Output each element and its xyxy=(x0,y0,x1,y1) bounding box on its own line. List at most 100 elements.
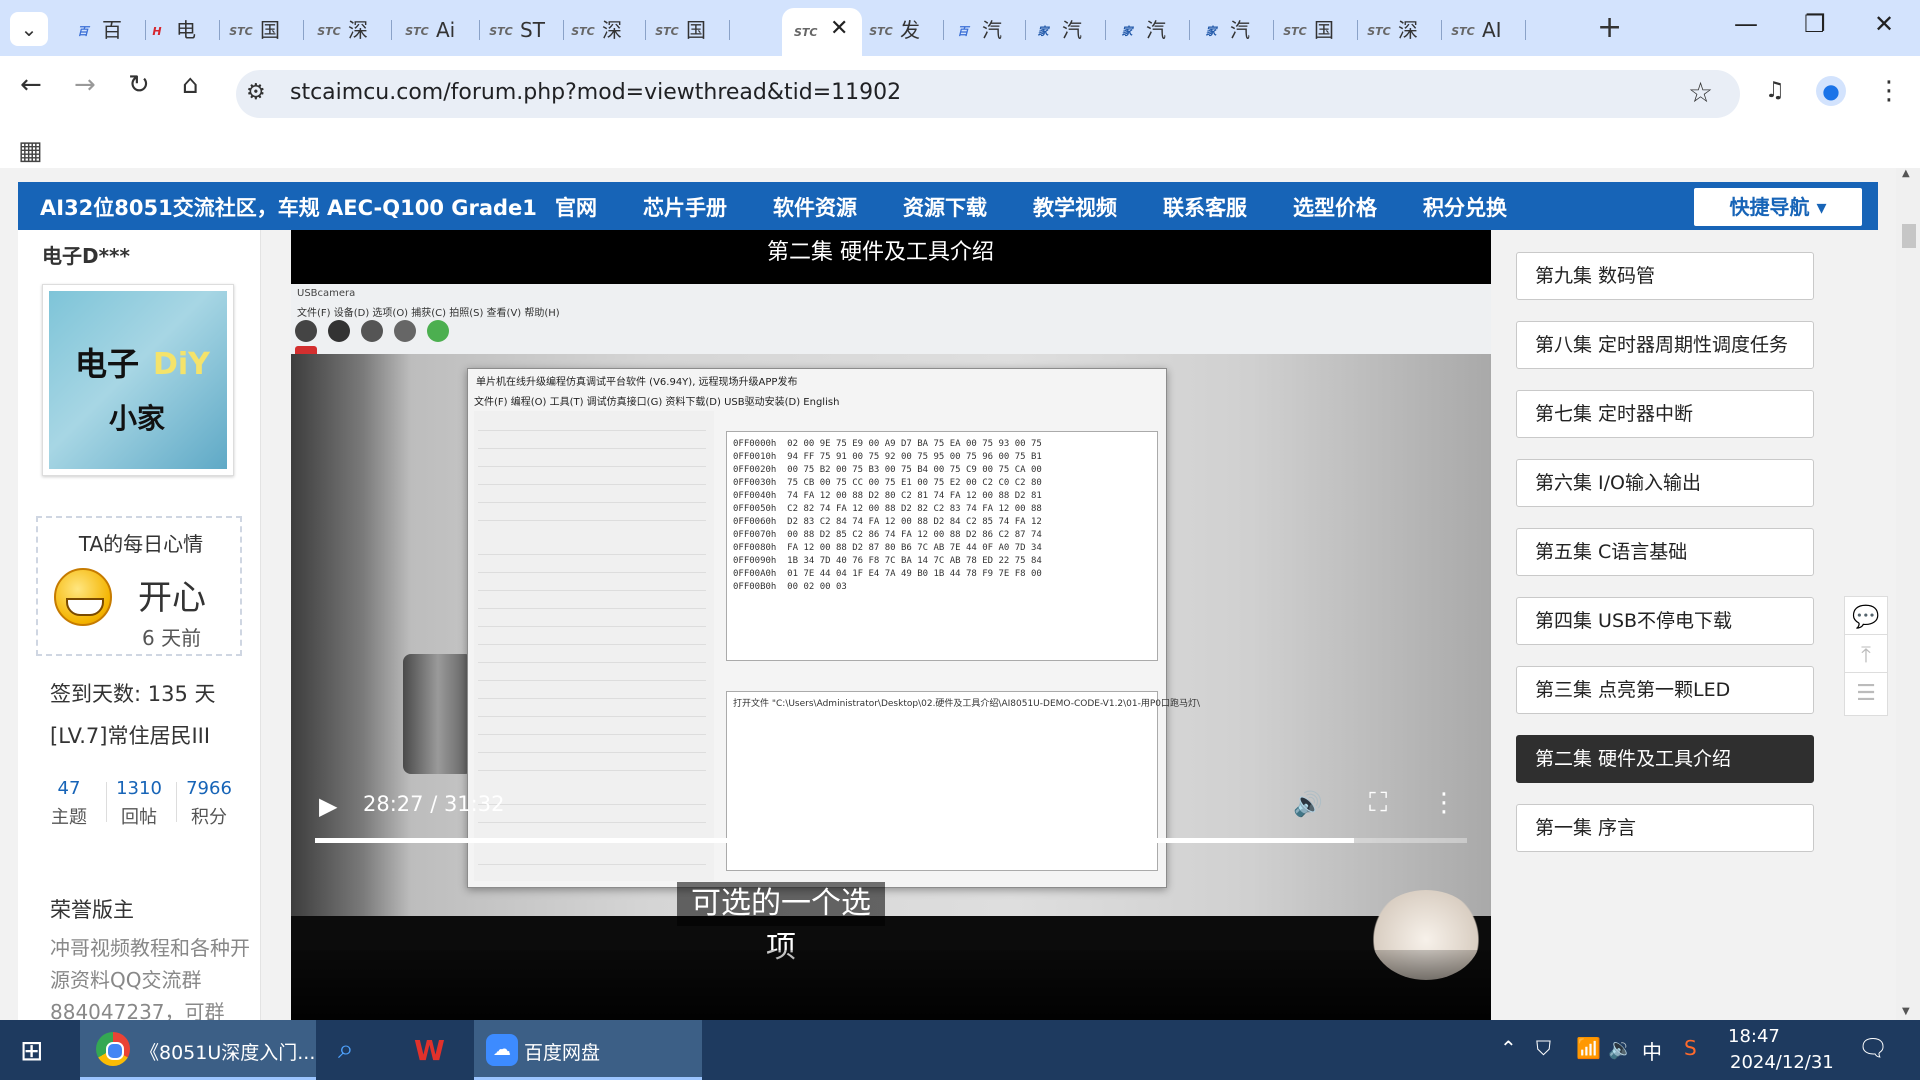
tab-label: AI xyxy=(1482,18,1502,42)
tab-favicon: STC xyxy=(405,24,429,38)
tab-favicon: 家 xyxy=(1121,24,1133,38)
browser-tab[interactable]: 家汽 xyxy=(1114,10,1190,50)
browser-tab[interactable]: STC 深 xyxy=(1366,10,1442,50)
security-shield-icon[interactable]: ⛉ xyxy=(1536,1036,1551,1060)
mood-value: 开心 xyxy=(138,578,206,618)
stat-number: 47 xyxy=(57,778,81,799)
list-icon[interactable]: ☰ xyxy=(1844,672,1888,716)
stat-topics[interactable]: 47 主题 xyxy=(34,778,104,829)
browser-tab[interactable]: STC 发 xyxy=(868,10,944,50)
windows-taskbar: ⊞ 《8051U深度入门... ⌕ W ☁ 百度网盘 ⌃ ⛉ 📶 🔉 中 S 1… xyxy=(0,1020,1920,1080)
playlist-item[interactable]: 第一集 序言 xyxy=(1516,804,1814,852)
notification-icon[interactable]: 🗨 xyxy=(1858,1034,1888,1062)
video-progress-bar[interactable] xyxy=(315,838,1467,843)
url-text[interactable]: stcaimcu.com/forum.php?mod=viewthread&ti… xyxy=(290,80,901,105)
playlist-item[interactable]: 第八集 定时器周期性调度任务 xyxy=(1516,321,1814,369)
scroll-up-icon[interactable]: ▲ xyxy=(1902,168,1910,179)
windows-start-icon[interactable]: ⊞ xyxy=(20,1034,43,1067)
play-icon[interactable]: ▶ xyxy=(319,792,337,820)
new-tab-button[interactable]: + xyxy=(1597,10,1622,45)
bookmark-star-icon[interactable]: ☆ xyxy=(1688,76,1713,109)
browser-tab[interactable]: H电 xyxy=(144,10,220,50)
close-tab-icon[interactable]: ✕ xyxy=(830,16,848,41)
tab-favicon: 百 xyxy=(77,24,89,38)
scroll-down-icon[interactable]: ▼ xyxy=(1902,1006,1910,1017)
tab-label: 汽 xyxy=(1230,18,1250,42)
page-scrollbar[interactable]: ▲ ▼ xyxy=(1896,168,1920,1020)
browser-tab[interactable]: STC 深 xyxy=(570,10,646,50)
home-icon[interactable]: ⌂ xyxy=(182,70,199,100)
playlist-item[interactable]: 第三集 点亮第一颗LED xyxy=(1516,666,1814,714)
tab-active[interactable]: STC ✕ xyxy=(782,8,862,56)
scroll-thumb[interactable] xyxy=(1902,224,1916,248)
browser-tab[interactable]: 百汽 xyxy=(950,10,1026,50)
nav-item-points[interactable]: 积分兑换 xyxy=(1423,192,1507,222)
refresh-icon xyxy=(427,320,450,342)
browser-tab[interactable]: STC Ai xyxy=(404,10,480,50)
forward-icon[interactable]: → xyxy=(74,70,96,100)
browser-tab[interactable]: STC AI xyxy=(1450,10,1526,50)
clock-date[interactable]: 2024/12/31 xyxy=(1730,1052,1834,1073)
video-player[interactable]: 第二集 硬件及工具介绍 USBcamera 文件(F) 设备(D) 选项(O) … xyxy=(291,230,1491,1020)
playlist-item[interactable]: 第五集 C语言基础 xyxy=(1516,528,1814,576)
browser-tab[interactable]: STC 国 xyxy=(228,10,304,50)
playlist-item[interactable]: 第四集 USB不停电下载 xyxy=(1516,597,1814,645)
usbcamera-toolbar xyxy=(295,320,475,368)
volume-tray-icon[interactable]: 🔉 xyxy=(1608,1036,1633,1060)
nav-item-official[interactable]: 官网 xyxy=(555,192,597,222)
restore-icon[interactable]: ❐ xyxy=(1804,10,1826,38)
playlist-item[interactable]: 第七集 定时器中断 xyxy=(1516,390,1814,438)
browser-tab[interactable]: 家汽 xyxy=(1030,10,1106,50)
browser-menu-icon[interactable]: ⋮ xyxy=(1876,76,1902,106)
browser-tab[interactable]: STC 深 xyxy=(316,10,392,50)
wps-icon[interactable]: W xyxy=(414,1034,445,1067)
quick-nav-button[interactable]: 快捷导航 ▾ xyxy=(1694,188,1862,226)
back-icon[interactable]: ← xyxy=(20,70,42,100)
nav-item-chip-manual[interactable]: 芯片手册 xyxy=(643,192,727,222)
site-info-icon[interactable]: ⚙ xyxy=(246,80,266,105)
profile-avatar-icon[interactable]: ● xyxy=(1816,76,1846,106)
stat-points[interactable]: 7966 积分 xyxy=(174,778,244,829)
site-brand[interactable]: AI32位8051交流社区，车规 AEC-Q100 Grade1 xyxy=(40,192,537,222)
tab-search-button[interactable]: ⌄ xyxy=(10,12,48,46)
clock-time[interactable]: 18:47 xyxy=(1728,1026,1780,1047)
tab-favicon: STC xyxy=(1451,24,1475,38)
nav-item-pricing[interactable]: 选型价格 xyxy=(1293,192,1377,222)
input-method-icon[interactable]: S xyxy=(1684,1036,1697,1060)
tray-overflow-icon[interactable]: ⌃ xyxy=(1500,1036,1517,1060)
more-options-icon[interactable]: ⋮ xyxy=(1431,788,1457,818)
nav-item-videos[interactable]: 教学视频 xyxy=(1033,192,1117,222)
volume-icon[interactable]: 🔊 xyxy=(1293,790,1323,818)
tab-favicon: STC xyxy=(489,24,513,38)
nav-item-software[interactable]: 软件资源 xyxy=(773,192,857,222)
mood-time: 6 天前 xyxy=(142,626,202,650)
browser-tab[interactable]: STC 国 xyxy=(1282,10,1358,50)
browser-tab[interactable]: 家汽 xyxy=(1198,10,1274,50)
fullscreen-icon[interactable]: ⛶ xyxy=(1369,788,1387,819)
reload-icon[interactable]: ↻ xyxy=(128,70,150,100)
ime-indicator[interactable]: 中 xyxy=(1642,1036,1662,1065)
stat-replies[interactable]: 1310 回帖 xyxy=(104,778,174,829)
tab-label: 百 xyxy=(102,18,122,42)
video-frame: USBcamera 文件(F) 设备(D) 选项(O) 捕获(C) 拍照(S) … xyxy=(291,284,1491,980)
avatar[interactable]: 电子 DiY 小家 xyxy=(42,284,234,476)
apps-grid-icon[interactable]: ▦ xyxy=(18,136,43,166)
network-icon[interactable]: 📶 xyxy=(1576,1036,1601,1060)
nav-item-downloads[interactable]: 资源下载 xyxy=(903,192,987,222)
playlist-item[interactable]: 第六集 I/O输入输出 xyxy=(1516,459,1814,507)
search-icon[interactable]: ⌕ xyxy=(338,1032,354,1066)
playlist-item[interactable]: 第九集 数码管 xyxy=(1516,252,1814,300)
minimize-icon[interactable]: — xyxy=(1734,10,1758,38)
baidu-netdisk-icon: ☁ xyxy=(486,1034,518,1066)
nav-item-support[interactable]: 联系客服 xyxy=(1163,192,1247,222)
browser-tab[interactable]: 百百 xyxy=(70,10,146,50)
browser-tab[interactable]: STC 国 xyxy=(654,10,730,50)
settings-icon xyxy=(394,320,417,342)
browser-tab[interactable]: STC ST xyxy=(488,10,564,50)
username[interactable]: 电子D*** xyxy=(42,240,130,269)
close-window-icon[interactable]: ✕ xyxy=(1874,10,1894,38)
tab-favicon: H xyxy=(152,24,162,38)
playlist-item-active[interactable]: 第二集 硬件及工具介绍 xyxy=(1516,735,1814,783)
media-control-icon[interactable]: ♫ xyxy=(1765,78,1785,103)
tab-separator xyxy=(479,20,480,40)
